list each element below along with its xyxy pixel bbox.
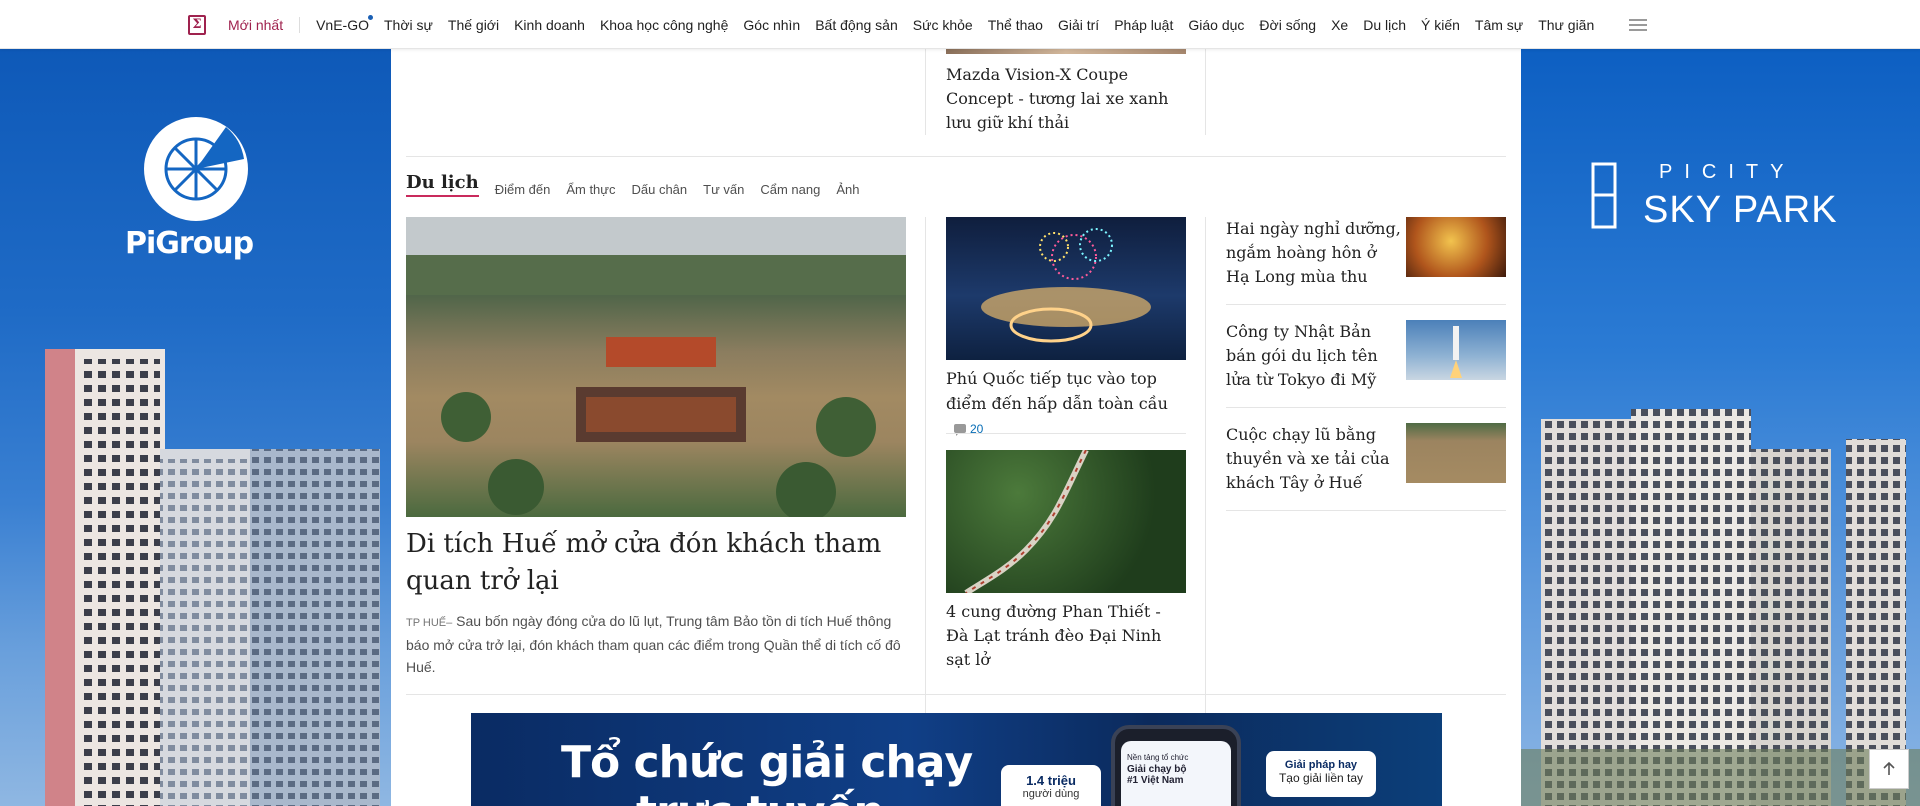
phu-quoc-title[interactable]: Phú Quốc tiếp tục vào top điểm đến hấp d… [946,369,1168,413]
hue-citadel-flood-art [406,217,906,517]
section-header: Du lịch Điểm đến Ẩm thực Dấu chân Tư vấn… [406,172,875,197]
section-divider [406,156,1506,157]
phan-thiet-title[interactable]: 4 cung đường Phan Thiết - Đà Lạt tránh đ… [946,600,1186,672]
section-title[interactable]: Du lịch [406,172,479,197]
nav-bat-dong-san[interactable]: Bất động sản [815,17,898,33]
nav-vne-go[interactable]: VnE-GO [316,14,373,33]
banner-pill: Giải pháp hay Tạo giải liền tay [1266,751,1376,797]
phone-text-2: Giải chạy bộ [1127,764,1187,775]
main-article-title[interactable]: Di tích Huế mở cửa đón khách tham quan t… [406,526,906,600]
left-side-ad[interactable]: PiGroup [0,49,391,806]
phu-quoc-image[interactable] [946,217,1186,360]
car-thumbnail[interactable] [946,49,1186,54]
phone-screen: Nền tảng tổ chức Giải chạy bộ #1 Việt Na… [1121,741,1231,806]
location-tag: TP HUẾ [406,617,447,629]
phone-text-1: Nền tảng tổ chức [1127,753,1189,762]
nav-khoa-hoc[interactable]: Khoa học công nghệ [600,17,728,33]
column-divider [925,217,926,722]
right-side-ad[interactable]: PICITY SKY PARK [1521,49,1920,806]
logo-glyph: Σ [192,17,202,32]
banner-headline-1: Tổ chức giải chạy [561,737,973,788]
main-content: Mazda Vision-X Coupe Concept - tương lai… [391,49,1521,806]
picity-logo-bottom: SKY PARK [1643,189,1838,231]
picity-logo-top: PICITY [1659,161,1796,183]
article-divider [1226,510,1506,511]
nav-giai-tri[interactable]: Giải trí [1058,17,1099,33]
phu-quoc-article: Phú Quốc tiếp tục vào top điểm đến hấp d… [946,367,1186,441]
ha-long-title[interactable]: Hai ngày nghỉ dưỡng, ngắm hoàng hôn ở Hạ… [1226,217,1401,289]
rocket-art [1450,326,1462,378]
subtab-anh[interactable]: Ảnh [836,182,859,197]
car-article-title[interactable]: Mazda Vision-X Coupe Concept - tương lai… [946,63,1186,135]
comment-icon[interactable] [954,424,966,437]
top-navigation: Σ Mới nhất VnE-GO Thời sự Thế giới Kinh … [0,0,1920,49]
lead-text: Sau bốn ngày đóng cửa do lũ lụt, Trung t… [406,613,901,675]
pill-2: Tạo giải liền tay [1278,771,1364,785]
article-divider [1226,304,1506,305]
subtab-am-thuc[interactable]: Ẩm thực [566,182,615,197]
nav-goc-nhin[interactable]: Góc nhìn [743,17,800,33]
banner-headline-2: trực tuyến [636,787,885,806]
nav-the-gioi[interactable]: Thế giới [448,17,499,33]
column-divider [1205,217,1206,722]
nav-phap-luat[interactable]: Pháp luật [1114,17,1173,33]
running-banner-ad[interactable]: Tổ chức giải chạy trực tuyến 1.4 triệu n… [471,713,1442,806]
nav-divider [299,16,301,33]
section-divider [406,694,1506,695]
stat-label: người dùng [1022,788,1080,800]
flood-run-image[interactable] [1406,423,1506,483]
hamburger-icon[interactable] [1629,18,1648,31]
nav-xe[interactable]: Xe [1331,17,1348,33]
stat-value: 1.4 triệu [1026,773,1076,788]
phan-thiet-road-image[interactable] [946,450,1186,593]
back-to-top-button[interactable] [1869,749,1909,789]
subtab-dau-chan[interactable]: Dấu chân [631,182,687,197]
nav-doi-song[interactable]: Đời sống [1259,17,1316,33]
main-article-image[interactable] [406,217,906,517]
vnexpress-logo-icon[interactable]: Σ [188,14,206,35]
fireworks-art [981,228,1151,343]
mountain-road-art [964,450,1089,593]
nav-thoi-su[interactable]: Thời sự [384,17,433,33]
subtab-cam-nang[interactable]: Cẩm nang [760,182,820,197]
subtab-diem-den[interactable]: Điểm đến [495,182,551,197]
nav-thu-gian[interactable]: Thư giãn [1538,17,1594,33]
flood-run-title[interactable]: Cuộc chạy lũ bằng thuyền và xe tải của k… [1226,423,1401,495]
nav-tam-su[interactable]: Tâm sự [1475,17,1523,33]
pigroup-ad-art [45,117,380,806]
rocket-title[interactable]: Công ty Nhật Bản bán gói du lịch tên lửa… [1226,320,1401,392]
article-divider [946,433,1186,434]
column-divider [925,49,926,135]
nav-kinh-doanh[interactable]: Kinh doanh [514,17,585,33]
ha-long-image[interactable] [1406,217,1506,277]
article-divider [1226,407,1506,408]
nav-bar: Σ Mới nhất VnE-GO Thời sự Thế giới Kinh … [188,0,1648,49]
nav-latest[interactable]: Mới nhất [228,17,283,33]
nav-du-lich[interactable]: Du lịch [1363,17,1406,33]
main-article-lead: TP HUẾ– Sau bốn ngày đóng cửa do lũ lụt,… [406,610,906,678]
phone-text-3: #1 Việt Nam [1127,775,1184,786]
pigroup-logo-text: PiGroup [125,226,254,261]
column-divider [1205,49,1206,135]
nav-vne-go-label: VnE-GO [316,16,369,33]
banner-phone: Nền tảng tổ chức Giải chạy bộ #1 Việt Na… [1111,725,1241,806]
nav-suc-khoe[interactable]: Sức khỏe [913,17,973,33]
nav-y-kien[interactable]: Ý kiến [1421,17,1460,33]
arrow-up-icon [1883,761,1895,775]
nav-the-thao[interactable]: Thể thao [988,17,1043,33]
pill-1: Giải pháp hay [1284,759,1358,771]
banner-stat-card: 1.4 triệu người dùng [1001,765,1101,806]
subtab-tu-van[interactable]: Tư vấn [703,182,744,197]
new-dot-icon [368,14,373,20]
nav-giao-duc[interactable]: Giáo dục [1188,17,1244,33]
rocket-image[interactable] [1406,320,1506,380]
